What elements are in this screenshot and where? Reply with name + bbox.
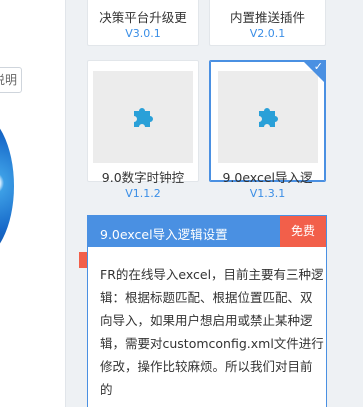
check-icon: ✓ <box>313 60 323 73</box>
plugin-card-push[interactable]: 内置推送插件 V2.0.1 <box>209 0 326 46</box>
plugin-name: 9.0excel导入逻 <box>222 170 313 185</box>
popup-title: 9.0excel导入逻辑设置 <box>100 227 228 242</box>
scrollbar[interactable] <box>351 0 363 407</box>
plugin-thumbnail <box>93 71 193 163</box>
plugin-card-excel-import[interactable]: ✓ 9.0excel导入逻 V1.3.1 <box>209 60 326 200</box>
plugin-version: V1.3.1 <box>249 187 286 200</box>
plugin-version: V3.0.1 <box>125 27 161 40</box>
plugin-name: 决策平台升级更 <box>99 10 187 25</box>
popup-header: 9.0excel导入逻辑设置 免费 <box>88 216 326 247</box>
left-panel: 说明 <box>0 0 66 407</box>
plugin-name: 9.0数字时钟控 <box>101 170 185 185</box>
popup-description: FR的在线导入excel，目前主要有三种逻辑：根据标题匹配、根据位置匹配、双向导… <box>100 267 324 397</box>
puzzle-icon <box>134 108 153 127</box>
puzzle-icon <box>259 108 278 127</box>
app-logo <box>0 112 14 260</box>
plugin-name: 内置推送插件 <box>229 10 305 25</box>
plugin-card-decision-upgrade[interactable]: 决策平台升级更 V3.0.1 <box>87 0 199 46</box>
free-badge: 免费 <box>280 216 326 247</box>
plugin-thumbnail <box>218 71 318 163</box>
plugin-version: V1.1.2 <box>125 187 161 200</box>
plugin-card-digital-clock[interactable]: 9.0数字时钟控 V1.1.2 <box>87 60 199 200</box>
card-ribbon <box>79 252 87 268</box>
description-button[interactable]: 说明 <box>0 67 22 93</box>
plugin-version: V2.0.1 <box>249 27 286 40</box>
plugin-detail-popup: 9.0excel导入逻辑设置 免费 FR的在线导入excel，目前主要有三种逻辑… <box>87 215 327 407</box>
